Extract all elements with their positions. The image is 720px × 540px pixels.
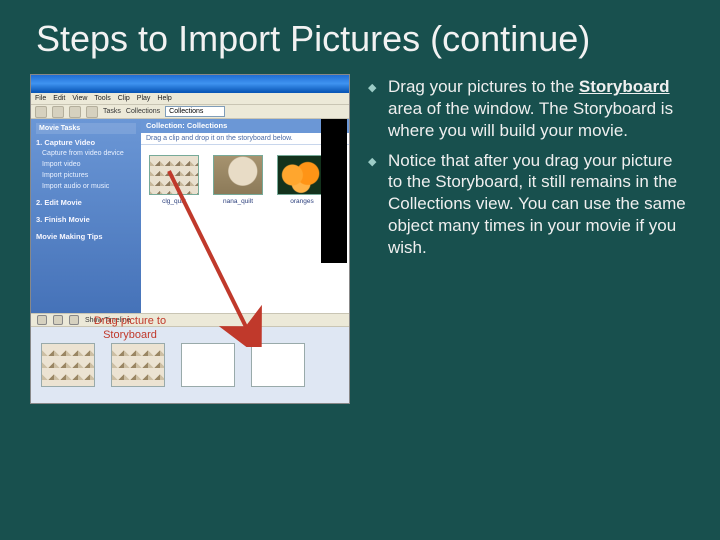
annotation-label: Drag picture to Storyboard (75, 315, 185, 341)
bullet-text: Drag your pictures to the Storyboard are… (388, 76, 690, 141)
bullet-1-post: area of the window. The Storyboard is wh… (388, 99, 673, 140)
sidebar-group: 2. Edit Movie (36, 196, 136, 209)
toolbar-label: Tasks (103, 108, 121, 115)
bullet-marker-icon: ◆ (368, 76, 380, 141)
toolbar-button[interactable] (52, 106, 64, 118)
window-titlebar (31, 75, 349, 93)
sidebar-item[interactable]: Import audio or music (36, 182, 136, 193)
thumbnail-caption: oranges (277, 198, 327, 205)
tool-bar: Tasks Collections Collections (31, 105, 349, 119)
sidebar-heading: 2. Edit Movie (36, 196, 136, 209)
menu-item[interactable]: Edit (53, 95, 65, 102)
collections-subtext: Drag a clip and drop it on the storyboar… (141, 133, 349, 145)
thumbnail-image (213, 155, 263, 195)
bullet-list: ◆ Drag your pictures to the Storyboard a… (368, 74, 690, 404)
sidebar-heading: 1. Capture Video (36, 136, 136, 149)
storyboard-frame[interactable] (41, 343, 95, 387)
collections-pane: Collection: Collections Drag a clip and … (141, 119, 349, 315)
sidebar-item[interactable]: Import pictures (36, 171, 136, 182)
bullet-item: ◆ Notice that after you drag your pictur… (368, 150, 690, 259)
thumbnail-image (149, 155, 199, 195)
collections-header: Collection: Collections (141, 119, 349, 133)
thumbnail[interactable]: nana_quilt (213, 155, 263, 205)
thumbnail[interactable]: oranges (277, 155, 327, 205)
menu-item[interactable]: File (35, 95, 46, 102)
bullet-1-bold: Storyboard (579, 77, 670, 96)
app-screenshot: File Edit View Tools Clip Play Help Task… (30, 74, 350, 404)
thumbnail[interactable]: clg_quilt (149, 155, 199, 205)
sidebar-heading: 3. Finish Movie (36, 213, 136, 226)
sidebar-item[interactable]: Import video (36, 160, 136, 171)
thumbnail-row: clg_quilt nana_quilt oranges (141, 145, 349, 215)
annotation-line-1: Drag picture to (94, 315, 166, 327)
menu-item[interactable]: Tools (94, 95, 110, 102)
toolbar-button[interactable] (86, 106, 98, 118)
storyboard-frame-empty[interactable] (251, 343, 305, 387)
storyboard-frame[interactable] (111, 343, 165, 387)
storyboard-btn-icon[interactable] (37, 315, 47, 325)
menu-bar: File Edit View Tools Clip Play Help (31, 93, 349, 105)
menu-item[interactable]: Play (137, 95, 151, 102)
slide-content: File Edit View Tools Clip Play Help Task… (30, 70, 690, 404)
thumbnail-caption: nana_quilt (213, 198, 263, 205)
preview-panel (321, 119, 347, 263)
bullet-1-pre: Drag your pictures to the (388, 77, 579, 96)
toolbar-label: Collections (126, 108, 160, 115)
bullet-text: Notice that after you drag your picture … (388, 150, 690, 259)
slide: Steps to Import Pictures (continue) File… (0, 0, 720, 540)
dropdown-value: Collections (169, 108, 203, 115)
storyboard-frame-empty[interactable] (181, 343, 235, 387)
thumbnail-image (277, 155, 327, 195)
menu-item[interactable]: View (72, 95, 87, 102)
slide-title: Steps to Import Pictures (continue) (30, 18, 690, 60)
annotation-line-2: Storyboard (103, 329, 157, 341)
bullet-marker-icon: ◆ (368, 150, 380, 259)
sidebar-heading: Movie Making Tips (36, 230, 136, 243)
toolbar-button[interactable] (35, 106, 47, 118)
storyboard-btn-icon[interactable] (53, 315, 63, 325)
app-body: Movie Tasks 1. Capture Video Capture fro… (31, 119, 349, 315)
sidebar-group: 1. Capture Video Capture from video devi… (36, 136, 136, 192)
sidebar-title: Movie Tasks (36, 123, 136, 134)
sidebar-group: 3. Finish Movie (36, 213, 136, 226)
menu-item[interactable]: Clip (118, 95, 130, 102)
tasks-sidebar: Movie Tasks 1. Capture Video Capture fro… (31, 119, 141, 315)
toolbar-button[interactable] (69, 106, 81, 118)
thumbnail-caption: clg_quilt (149, 198, 199, 205)
sidebar-item[interactable]: Capture from video device (36, 149, 136, 160)
collections-dropdown[interactable]: Collections (165, 106, 225, 117)
menu-item[interactable]: Help (157, 95, 171, 102)
bullet-item: ◆ Drag your pictures to the Storyboard a… (368, 76, 690, 141)
